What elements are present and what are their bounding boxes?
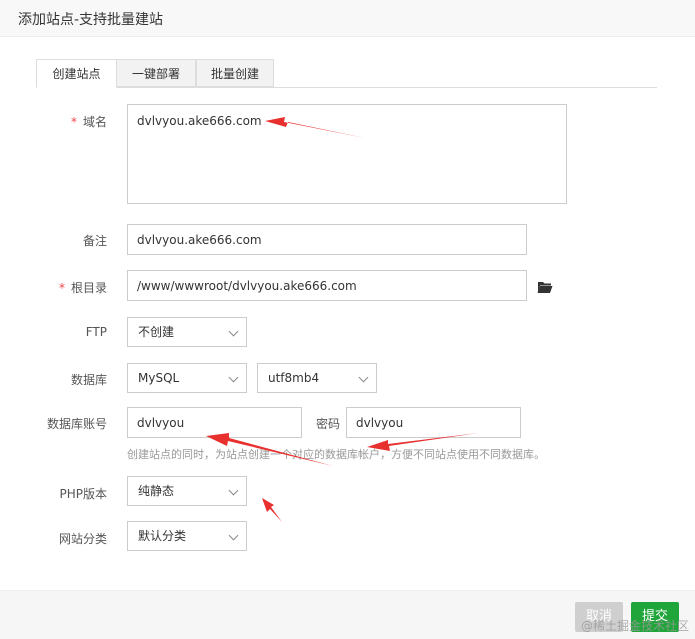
root-label: * 根目录	[58, 281, 107, 295]
ftp-label: FTP	[85, 325, 107, 339]
domain-label: * 域名	[70, 115, 107, 129]
db-account-input[interactable]: dvlvyou	[127, 407, 302, 438]
chevron-down-icon	[228, 530, 239, 541]
tab-batch-create[interactable]: 批量创建	[196, 59, 274, 87]
annotation-arrow	[262, 498, 282, 522]
chevron-down-icon	[228, 485, 239, 496]
tab-create-site[interactable]: 创建站点	[36, 59, 117, 88]
php-version-label: PHP版本	[59, 487, 108, 501]
tab-one-click-deploy[interactable]: 一键部署	[116, 59, 196, 87]
db-account-hint: 创建站点的同时，为站点创建一个对应的数据库帐户，方便不同站点使用不同数据库。	[127, 448, 545, 461]
folder-open-icon[interactable]	[537, 280, 553, 294]
site-category-label: 网站分类	[58, 532, 107, 546]
db-password-label: 密码	[316, 417, 341, 431]
database-charset-select[interactable]: utf8mb4	[257, 363, 377, 393]
required-mark: *	[58, 281, 65, 295]
watermark: @稀土掘金技术社区	[580, 619, 689, 633]
chevron-down-icon	[358, 372, 369, 383]
site-category-select[interactable]: 默认分类	[127, 521, 247, 551]
php-version-select[interactable]: 纯静态	[127, 476, 247, 506]
domain-textarea[interactable]: dvlvyou.ake666.com	[127, 104, 567, 204]
required-mark: *	[70, 115, 77, 129]
remark-label: 备注	[82, 234, 107, 248]
ftp-select[interactable]: 不创建	[127, 317, 247, 347]
db-account-label: 数据库账号	[46, 417, 107, 431]
remark-input[interactable]: dvlvyou.ake666.com	[127, 224, 527, 255]
chevron-down-icon	[228, 372, 239, 383]
chevron-down-icon	[228, 326, 239, 337]
database-label: 数据库	[70, 373, 107, 387]
db-password-input[interactable]: dvlvyou	[346, 407, 521, 438]
root-dir-input[interactable]: /www/wwwroot/dvlvyou.ake666.com	[127, 270, 527, 301]
dialog-titlebar: 添加站点-支持批量建站	[0, 0, 695, 37]
dialog-title: 添加站点-支持批量建站	[18, 12, 164, 28]
tabs-divider	[36, 87, 657, 88]
database-type-select[interactable]: MySQL	[127, 363, 247, 393]
